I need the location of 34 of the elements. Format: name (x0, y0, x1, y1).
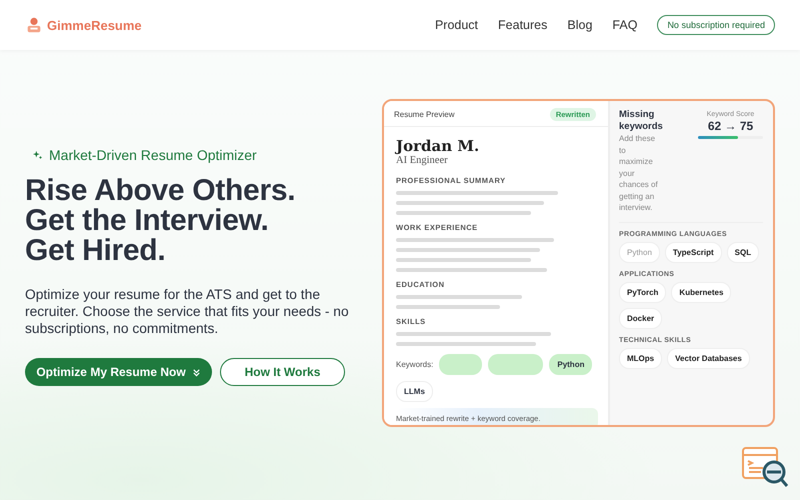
hero-description: Optimize your resume for the ATS and get to the recruiter. Choose the service that fits your needs - no subscriptions, no commitments. (25, 286, 350, 337)
headline-line: Rise Above Others. (25, 176, 296, 206)
optimize-button[interactable]: Optimize My Resume Now (25, 358, 212, 386)
keyword-chip[interactable]: Docker (619, 308, 662, 328)
keyword-chip[interactable]: PyTorch (619, 282, 666, 302)
keyword-tag: LLMs (396, 381, 433, 402)
eyebrow-text: Market-Driven Resume Optimizer (49, 147, 257, 163)
how-it-works-button[interactable]: How It Works (220, 358, 345, 386)
keyword-placeholder (439, 354, 482, 375)
sparkle-icon (33, 150, 43, 160)
keyword-chip[interactable]: MLOps (619, 348, 662, 368)
chevrons-down-icon (192, 368, 201, 376)
nav-link[interactable]: FAQ (612, 18, 638, 32)
candidate-name: Jordan M. (396, 137, 480, 155)
missing-keywords-hint: Add these to maximize your chances of getting an interview. (619, 133, 659, 214)
headline-line: Get Hired. (25, 236, 166, 266)
missing-keywords-title: Missing keywords (619, 109, 664, 133)
keyword-chip[interactable]: Kubernetes (671, 282, 732, 302)
candidate-role: AI Engineer (396, 155, 449, 166)
browser-search-icon[interactable] (741, 446, 791, 490)
keyword-tag: Python (549, 354, 592, 375)
headline-line: Get the Interview. (25, 206, 270, 236)
nav-link[interactable]: Blog (567, 18, 592, 32)
nav-link[interactable]: Features (498, 18, 548, 32)
keyword-placeholder (488, 354, 544, 375)
logo-icon (25, 16, 43, 34)
nav-link[interactable]: Product (434, 18, 478, 32)
keyword-chip[interactable]: SQL (726, 242, 760, 262)
keywords-label: Keywords: (396, 360, 434, 369)
score-value: 62 → 75 (706, 119, 754, 133)
subscription-badge: No subscription required (657, 15, 775, 35)
keyword-chip[interactable]: Vector Databases (667, 348, 750, 368)
keyword-chip[interactable]: TypeScript (664, 242, 722, 262)
panel-title: Resume Preview (394, 110, 454, 119)
